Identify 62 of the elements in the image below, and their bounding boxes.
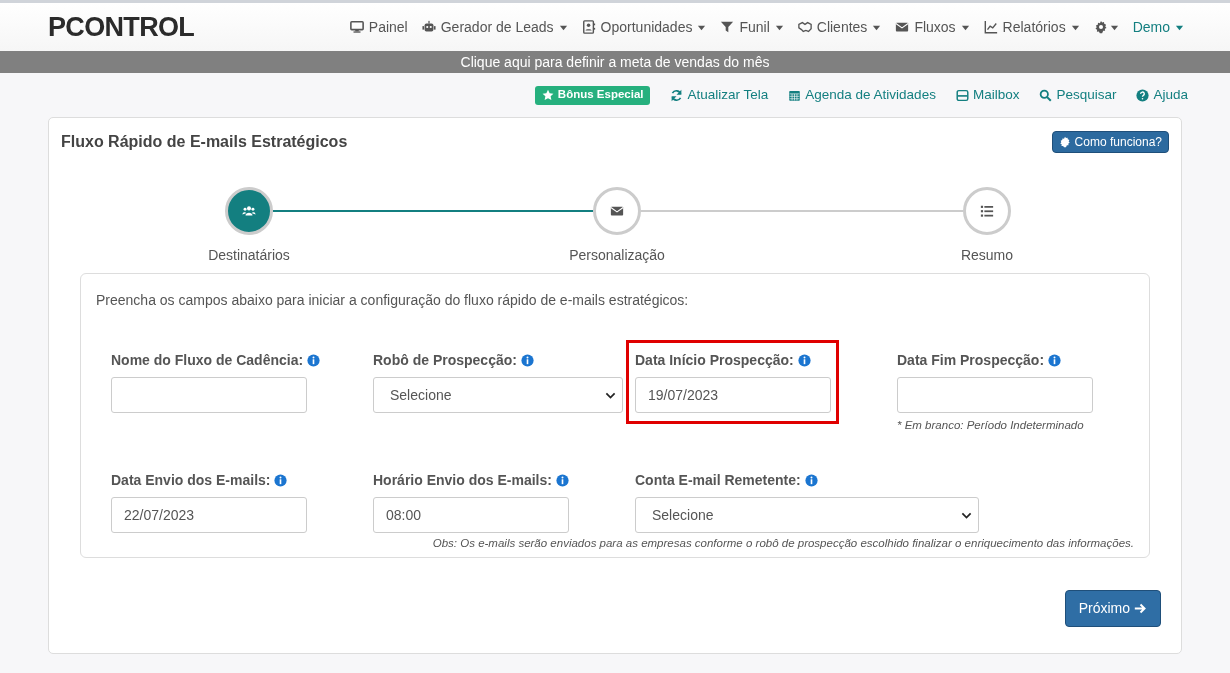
dropdown-field[interactable]: Selecione [635, 497, 979, 533]
field-label: Robô de Prospecção: [373, 350, 517, 370]
filter-icon [720, 20, 735, 34]
nav-menu-item[interactable]: Painel [349, 16, 408, 38]
next-button[interactable]: Próximo [1064, 590, 1161, 627]
star-icon [541, 89, 554, 101]
search-icon [1039, 88, 1053, 102]
nav-menu-item[interactable]: Demo [1132, 16, 1184, 38]
logo[interactable]: PCONTROL [48, 6, 195, 48]
toolbar-link[interactable]: Atualizar Tela [670, 84, 769, 106]
calendar-icon [788, 88, 802, 102]
users-icon [242, 204, 256, 218]
sales-goal-banner[interactable]: Clique aqui para definir a meta de vendas do mês [0, 51, 1230, 73]
step-label: Resumo [960, 246, 1014, 265]
intro-text: Preencha os campos abaixo para iniciar a configuração do fluxo rápido de e-mails estratégicos: [96, 291, 690, 310]
card-title: Fluxo Rápido de E-mails Estratégicos [61, 132, 348, 152]
input-field[interactable] [897, 377, 1093, 413]
help-button[interactable]: Como funciona? [1051, 131, 1169, 153]
field-label: Data Início Prospecção: [635, 350, 794, 370]
envelope-icon [895, 20, 910, 34]
info-icon[interactable] [274, 473, 288, 487]
field-label: Nome do Fluxo de Cadência: [111, 350, 304, 370]
refresh-icon [670, 88, 684, 102]
envelope-icon [610, 204, 624, 218]
nav-menu-item[interactable]: Oportunidades [581, 16, 707, 38]
nav-menu-item[interactable]: Relatórios [983, 16, 1080, 38]
toolbar-link[interactable]: Ajuda [1136, 84, 1188, 106]
step-label: Personalização [569, 246, 665, 265]
form-note: Obs: Os e-mails serão enviados para as empresas conforme o robô de prospecção escolhido finalizar o enriquecimento das informações. [432, 536, 1134, 551]
monitor-icon [349, 20, 364, 34]
field-label: Data Envio dos E-mails: [111, 470, 271, 490]
input-field[interactable] [111, 377, 307, 413]
input-field[interactable]: 22/07/2023 [111, 497, 307, 533]
toolbar-link[interactable]: Mailbox [955, 84, 1020, 106]
info-icon[interactable] [797, 353, 811, 367]
inbox-icon [955, 88, 969, 102]
robot-icon [421, 20, 436, 34]
field-label: Data Fim Prospecção: [897, 350, 1045, 370]
info-icon[interactable] [1048, 353, 1062, 367]
settings-menu[interactable] [1093, 20, 1119, 34]
field-label: Horário Envio dos E-mails: [373, 470, 552, 490]
field-label: Conta E-mail Remetente: [635, 470, 801, 490]
nav-menu-item[interactable]: Funil [720, 16, 784, 38]
info-icon[interactable] [555, 473, 569, 487]
contact-card-icon [581, 20, 596, 34]
input-field[interactable]: 08:00 [373, 497, 569, 533]
arrow-right-icon [1134, 602, 1147, 615]
toolbar-link[interactable]: Agenda de Atividades [788, 84, 936, 106]
help-icon [1136, 88, 1150, 102]
info-icon[interactable] [804, 473, 818, 487]
toolbar-link[interactable]: Pesquisar [1039, 84, 1117, 106]
line-chart-icon [983, 20, 998, 34]
step-label: Destinatários [208, 246, 290, 265]
dropdown-field[interactable]: Selecione [373, 377, 623, 413]
nav-menu-item[interactable]: Gerador de Leads [421, 16, 568, 38]
info-icon[interactable] [307, 353, 321, 367]
input-field[interactable]: 19/07/2023 [635, 377, 831, 413]
nav-menu-item[interactable]: Fluxos [895, 16, 970, 38]
info-icon[interactable] [520, 353, 534, 367]
list-icon [980, 204, 994, 218]
field-note: * Em branco: Período Indeterminado [897, 418, 1085, 433]
nav-menu-item[interactable]: Clientes [797, 16, 882, 38]
